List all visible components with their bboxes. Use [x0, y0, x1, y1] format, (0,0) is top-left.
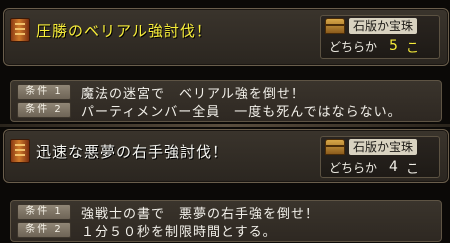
- scroll-icon: [10, 139, 30, 163]
- quest-title-row: 圧勝のベリアル強討伐！: [10, 15, 212, 45]
- quest-panel-1[interactable]: 圧勝のベリアル強討伐！ 石版か宝珠 どちらか 5 こ: [3, 8, 449, 66]
- condition-text: 魔法の迷宮で ベリアル強を倒せ！: [81, 86, 305, 102]
- reward-name: 石版か宝珠: [349, 18, 418, 34]
- condition-badge: 条件 1: [17, 204, 71, 220]
- reward-which: どちらか: [329, 39, 378, 54]
- condition-row: 条件 2 パーティメンバー全員 一度も死んではならない。: [17, 101, 441, 120]
- condition-badge: 条件 1: [17, 84, 71, 100]
- condition-text: パーティメンバー全員 一度も死んではならない。: [81, 104, 402, 120]
- condition-row: 条件 1 魔法の迷宮で ベリアル強を倒せ！: [17, 83, 441, 102]
- condition-badge: 条件 2: [17, 222, 71, 238]
- quest-title: 圧勝のベリアル強討伐！: [36, 21, 212, 40]
- condition-badge: 条件 2: [17, 102, 71, 118]
- scroll-icon: [10, 18, 30, 42]
- conditions-panel-2: 条件 1 強戦士の書で 悪夢の右手強を倒せ！ 条件 2 １分５０秒を制限時間とす…: [10, 200, 442, 242]
- reward-name: 石版か宝珠: [349, 139, 418, 155]
- condition-text: 強戦士の書で 悪夢の右手強を倒せ！: [81, 206, 320, 222]
- reward-unit: こ: [405, 161, 419, 177]
- quest-title-row: 迅速な悪夢の右手強討伐！: [10, 136, 228, 166]
- section-divider: [0, 124, 450, 127]
- condition-row: 条件 1 強戦士の書で 悪夢の右手強を倒せ！: [17, 203, 441, 222]
- condition-text: １分５０秒を制限時間とする。: [81, 224, 277, 240]
- conditions-panel-1: 条件 1 魔法の迷宮で ベリアル強を倒せ！ 条件 2 パーティメンバー全員 一度…: [10, 80, 442, 122]
- reward-count: 5: [389, 38, 398, 54]
- reward-box: 石版か宝珠 どちらか 4 こ: [320, 136, 440, 178]
- chest-icon: [325, 139, 345, 155]
- reward-box: 石版か宝珠 どちらか 5 こ: [320, 15, 440, 59]
- reward-which: どちらか: [329, 160, 378, 175]
- condition-row: 条件 2 １分５０秒を制限時間とする。: [17, 221, 441, 240]
- reward-unit: こ: [405, 40, 419, 56]
- reward-count: 4: [389, 159, 398, 175]
- quest-panel-2[interactable]: 迅速な悪夢の右手強討伐！ 石版か宝珠 どちらか 4 こ: [3, 129, 449, 183]
- chest-icon: [325, 18, 345, 34]
- quest-title: 迅速な悪夢の右手強討伐！: [36, 142, 229, 161]
